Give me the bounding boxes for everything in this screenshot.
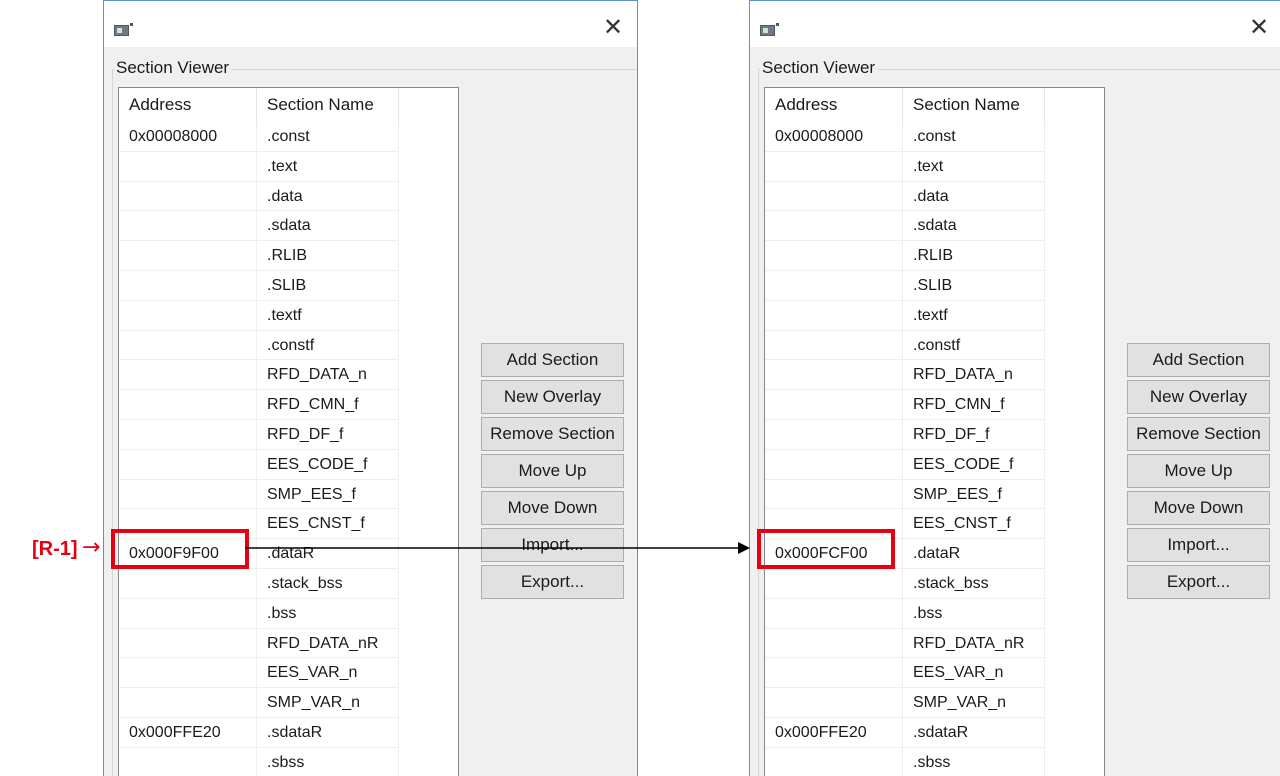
- connector-arrowhead: [738, 542, 750, 554]
- connector-arrow: [245, 542, 750, 554]
